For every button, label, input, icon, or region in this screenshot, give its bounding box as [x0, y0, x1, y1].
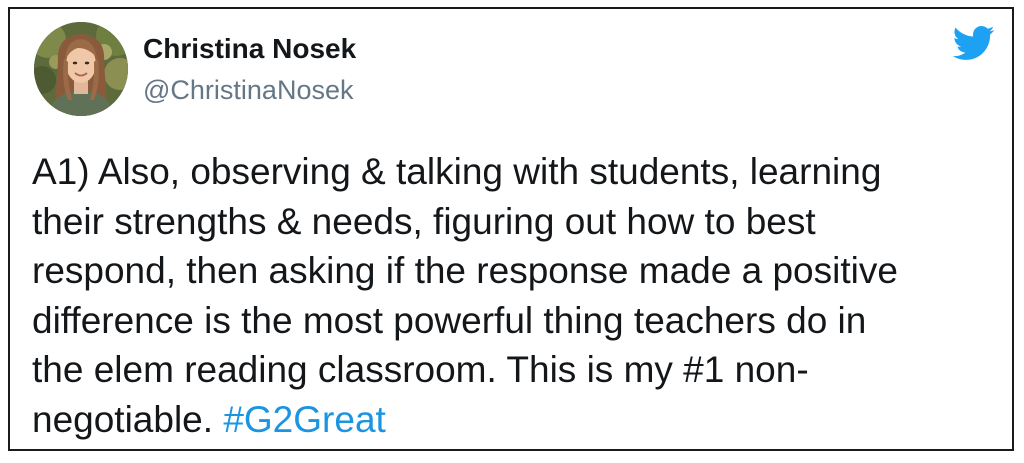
tweet-text-line: their strengths & needs, figuring out ho…: [32, 200, 816, 242]
hashtag-link[interactable]: #G2Great: [223, 399, 385, 440]
twitter-bird-icon[interactable]: [948, 21, 998, 65]
tweet-text-line: respond, then asking if the response mad…: [32, 250, 898, 291]
tweet-text-line: the elem reading classroom. This is my #…: [32, 349, 809, 390]
avatar-photo: [34, 22, 128, 116]
avatar[interactable]: [34, 22, 128, 116]
tweet-text: A1) Also, observing & talking with stude…: [32, 147, 992, 444]
tweet-card: Christina Nosek @ChristinaNosek A1) Also…: [8, 7, 1014, 451]
tweet-text-line: A1) Also, observing & talking with stude…: [32, 151, 882, 192]
tweet-text-line: difference is the most powerful thing te…: [32, 299, 867, 341]
tweet-text-line: negotiable.: [32, 398, 214, 440]
author-display-name[interactable]: Christina Nosek: [143, 33, 356, 65]
author-handle[interactable]: @ChristinaNosek: [143, 75, 353, 106]
